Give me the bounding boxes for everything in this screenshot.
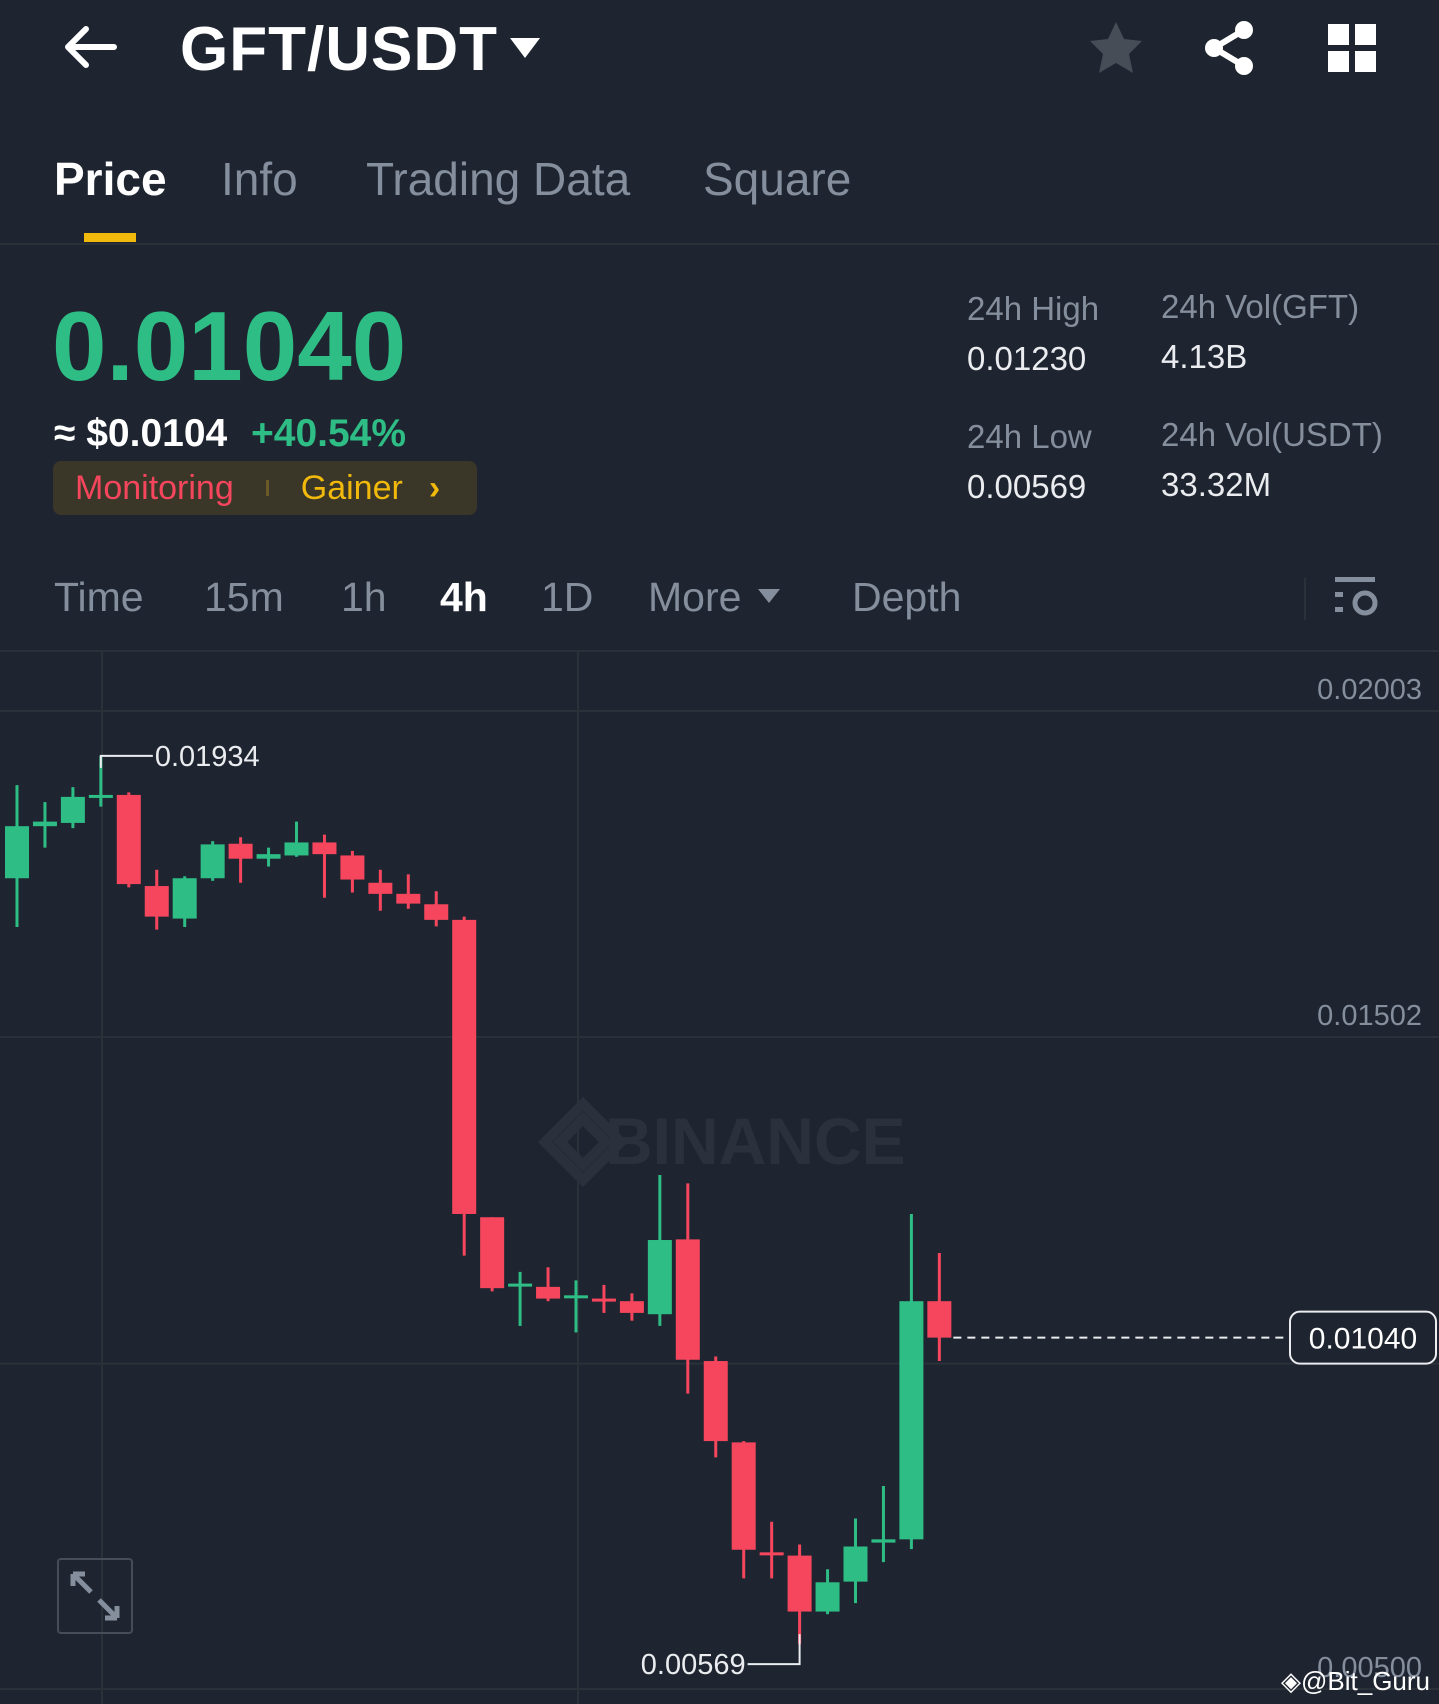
vol-base-label: 24h Vol(GFT) xyxy=(1161,288,1360,325)
last-price: 0.01040 xyxy=(52,291,407,401)
high-value: 0.01230 xyxy=(967,340,1087,377)
candle-down xyxy=(927,1301,952,1338)
candle-down xyxy=(536,1286,561,1299)
tab-price[interactable]: Price xyxy=(54,152,167,206)
high-label: 24h High xyxy=(967,290,1100,327)
tags-badge[interactable]: Monitoring Gainer › xyxy=(53,461,477,515)
credit-watermark: ◈@Bit_Guru xyxy=(1281,1666,1430,1696)
candle-down xyxy=(452,919,477,1214)
interval-4h[interactable]: 4h xyxy=(440,574,488,621)
min-marker-line xyxy=(747,1634,801,1666)
candle-down xyxy=(228,843,253,859)
tab-info[interactable]: Info xyxy=(221,152,298,206)
y-tick-label: 0.02003 xyxy=(1317,674,1422,706)
tabs-divider xyxy=(0,243,1439,245)
candle-down xyxy=(340,855,365,880)
candlestick-chart[interactable]: 0.020030.015020.010000.00500BINANCE0.019… xyxy=(0,652,1439,1704)
candle-up xyxy=(88,794,113,798)
star-icon[interactable] xyxy=(1088,20,1144,74)
price-change: +40.54% xyxy=(251,412,407,455)
low-label: 24h Low xyxy=(967,418,1092,455)
candle-down xyxy=(396,893,421,904)
min-price-label: 0.00569 xyxy=(641,1649,746,1681)
candle-down xyxy=(424,904,449,920)
interval-1h[interactable]: 1h xyxy=(341,574,387,621)
candle-down xyxy=(116,794,141,885)
tag-separator xyxy=(265,480,269,496)
chevron-right-icon: › xyxy=(428,468,441,507)
candle-up xyxy=(647,1240,672,1315)
interval-15m[interactable]: 15m xyxy=(204,574,284,621)
tag-monitoring: Monitoring xyxy=(75,468,234,507)
candle-up xyxy=(843,1546,868,1582)
candle-up xyxy=(564,1295,588,1299)
max-price-label: 0.01934 xyxy=(155,741,260,773)
candle-down xyxy=(619,1301,644,1313)
last-price-label: 0.01040 xyxy=(1309,1323,1417,1356)
candle-down xyxy=(675,1239,700,1360)
candle-up xyxy=(284,842,309,856)
vol-quote-label: 24h Vol(USDT) xyxy=(1161,416,1383,453)
interval-1d[interactable]: 1D xyxy=(541,574,593,621)
interval-divider xyxy=(1304,578,1306,620)
more-caret-icon xyxy=(758,589,780,603)
expand-icon xyxy=(70,1571,120,1621)
active-tab-indicator xyxy=(84,233,136,242)
candle-up xyxy=(60,796,85,823)
tag-gainer: Gainer xyxy=(300,468,403,507)
candle-up xyxy=(871,1539,896,1543)
candle-down xyxy=(144,886,169,917)
chart-settings-icon[interactable] xyxy=(1335,575,1379,619)
candle-down xyxy=(480,1217,505,1289)
fullscreen-button[interactable] xyxy=(57,1558,133,1634)
low-value: 0.00569 xyxy=(967,468,1087,505)
usd-price: ≈ $0.0104 xyxy=(54,412,228,455)
share-icon[interactable] xyxy=(1202,20,1256,76)
watermark-text: BINANCE xyxy=(605,1104,906,1178)
candle-down xyxy=(368,882,393,894)
interval-depth[interactable]: Depth xyxy=(852,574,961,621)
candle-up xyxy=(172,878,197,919)
candle-down xyxy=(591,1298,616,1302)
interval-more[interactable]: More xyxy=(648,574,741,621)
candle-down xyxy=(759,1552,784,1556)
candle-down xyxy=(703,1361,728,1442)
candle-up xyxy=(200,844,225,879)
candle-up xyxy=(899,1301,924,1540)
vol-base-value: 4.13B xyxy=(1161,338,1248,375)
tab-trading-data[interactable]: Trading Data xyxy=(366,152,630,206)
interval-time[interactable]: Time xyxy=(54,574,144,621)
candle-down xyxy=(787,1555,812,1612)
tab-square[interactable]: Square xyxy=(703,152,851,206)
candle-up xyxy=(256,854,281,859)
candle-up xyxy=(815,1582,840,1612)
candle-up xyxy=(32,821,57,827)
y-tick-label: 0.01502 xyxy=(1317,1000,1422,1032)
grid-icon[interactable] xyxy=(1328,24,1376,72)
back-arrow-icon[interactable] xyxy=(60,24,118,70)
candle-down xyxy=(312,842,337,855)
dropdown-caret-icon[interactable] xyxy=(508,36,542,60)
candle-down xyxy=(731,1442,756,1550)
pair-title[interactable]: GFT/USDT xyxy=(180,14,498,85)
candle-up xyxy=(5,826,29,879)
vol-quote-value: 33.32M xyxy=(1161,466,1272,503)
max-marker-line xyxy=(99,754,153,768)
candle-up xyxy=(508,1283,533,1287)
